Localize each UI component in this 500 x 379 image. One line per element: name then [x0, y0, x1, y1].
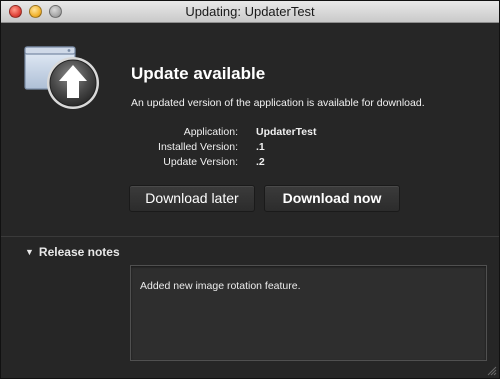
upload-arrow-app-icon [24, 46, 99, 109]
updater-window: Updating: UpdaterTest Update available A… [0, 0, 500, 379]
release-notes-text: Added new image rotation feature. [140, 280, 301, 292]
download-now-button[interactable]: Download now [264, 185, 400, 212]
detail-values: UpdaterTest .1 .2 [256, 125, 316, 170]
update-version-value: .2 [256, 156, 265, 168]
installed-version-value: .1 [256, 141, 265, 153]
update-available-heading: Update available [131, 64, 266, 83]
release-notes-toggle[interactable]: ▼ Release notes [25, 245, 120, 259]
release-notes-label: Release notes [38, 245, 120, 259]
application-label: Application: [183, 126, 238, 138]
section-divider [1, 236, 499, 237]
update-description: An updated version of the application is… [131, 97, 425, 109]
application-value: UpdaterTest [256, 126, 317, 138]
disclosure-triangle-down-icon[interactable]: ▼ [25, 247, 34, 257]
download-later-button[interactable]: Download later [129, 185, 255, 212]
update-version-label: Update Version: [163, 156, 238, 168]
installed-version-label: Installed Version: [158, 141, 238, 153]
detail-labels: Application: Installed Version: Update V… [111, 125, 238, 170]
resize-grip-icon[interactable] [486, 365, 497, 376]
release-notes-box[interactable]: Added new image rotation feature. [130, 265, 487, 361]
window-title: Updating: UpdaterTest [185, 4, 315, 19]
title-bar[interactable]: Updating: UpdaterTest [1, 1, 499, 23]
